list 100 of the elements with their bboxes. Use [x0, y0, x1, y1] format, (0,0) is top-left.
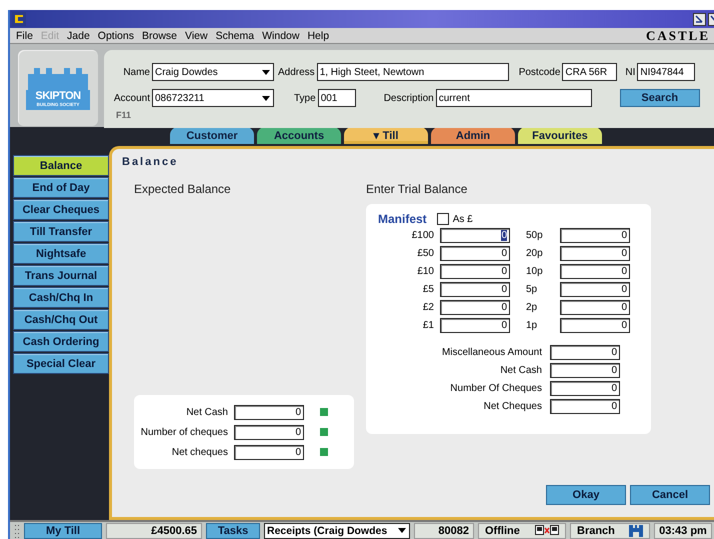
field-label: Number of cheques: [140, 426, 228, 438]
field-label: Net cheques: [170, 446, 228, 458]
sidebar-item[interactable]: Cash Ordering: [13, 331, 109, 352]
sidebar-item[interactable]: Trans Journal: [13, 265, 109, 286]
input-field[interactable]: 0: [560, 318, 630, 333]
sidebar-item[interactable]: Special Clear: [13, 353, 109, 374]
brand-name: CASTLE: [646, 28, 710, 44]
input-field[interactable]: 0: [560, 228, 630, 243]
status-text: Branch: [577, 524, 615, 536]
tab[interactable]: Accounts: [257, 127, 341, 144]
panel-title: Balance: [122, 156, 180, 168]
input-field[interactable]: 0: [234, 404, 304, 420]
dialog-button[interactable]: Cancel: [630, 485, 710, 505]
sidebar-item[interactable]: Balance: [13, 155, 109, 176]
input-field[interactable]: 0: [234, 424, 304, 440]
field-label: 5p: [525, 284, 538, 295]
input-field[interactable]: current: [436, 89, 592, 107]
input-field[interactable]: 0: [440, 300, 510, 315]
menu-item[interactable]: File: [16, 30, 33, 42]
input-field[interactable]: NI947844: [637, 63, 696, 81]
logo-text: SKIPTON: [26, 90, 90, 102]
caret-icon: [262, 96, 270, 100]
dialog-button[interactable]: Okay: [546, 485, 626, 505]
checkbox-label: As £: [452, 214, 473, 224]
input-field[interactable]: 0: [550, 345, 620, 360]
status-text: 80082: [414, 522, 474, 538]
field-label: £5: [422, 284, 434, 295]
input-field[interactable]: 001: [318, 89, 356, 107]
input-field[interactable]: 0: [560, 246, 630, 261]
input-field[interactable]: 0: [560, 282, 630, 297]
field-label: Type: [294, 92, 316, 104]
input-field[interactable]: 0: [550, 363, 620, 378]
field-label: £10: [416, 266, 434, 277]
disconnected-computers-icon: [535, 524, 559, 536]
dropdown-field[interactable]: 086723211: [152, 89, 274, 107]
menu-item[interactable]: Options: [98, 30, 134, 42]
tab[interactable]: Customer: [170, 127, 254, 144]
field-label: 10p: [525, 266, 544, 277]
caret-icon: [398, 528, 406, 533]
section-heading: Enter Trial Balance: [366, 182, 468, 196]
minimize-icon[interactable]: [693, 12, 706, 26]
field-label: £100: [410, 230, 434, 241]
input-field[interactable]: 0: [440, 264, 510, 279]
search-button[interactable]: Search: [620, 89, 700, 107]
status-button[interactable]: Tasks: [206, 522, 260, 538]
status-button[interactable]: My Till: [24, 522, 102, 538]
field-label: 50p: [525, 230, 544, 241]
input-field[interactable]: 0: [550, 381, 620, 396]
status-dropdown[interactable]: Receipts (Craig Dowdes: [264, 522, 410, 538]
input-field[interactable]: 0: [550, 399, 620, 414]
dropdown-field[interactable]: Craig Dowdes: [152, 63, 274, 81]
section-heading: Expected Balance: [134, 182, 232, 196]
field-label: Number Of Cheques: [449, 383, 542, 394]
field-label: Postcode: [518, 66, 560, 78]
grip-icon: [14, 524, 20, 538]
sidebar-item[interactable]: Till Transfer: [13, 221, 109, 242]
field-label: £1: [422, 320, 434, 331]
field-label: Net Cash: [185, 406, 228, 418]
input-field[interactable]: 0: [560, 264, 630, 279]
menu-item[interactable]: Help: [307, 30, 330, 42]
tab[interactable]: Favourites: [518, 127, 602, 144]
input-field[interactable]: 0: [560, 300, 630, 315]
field-label: 20p: [525, 248, 544, 259]
input-field[interactable]: 0: [234, 444, 304, 460]
field-label: 1p: [525, 320, 538, 331]
status-indicator-icon: [320, 408, 328, 416]
input-field[interactable]: 0: [440, 282, 510, 297]
menu-item[interactable]: Schema: [216, 30, 254, 42]
input-field[interactable]: 1, High Steet, Newtown: [316, 63, 509, 81]
tab[interactable]: Admin: [431, 127, 515, 144]
castle-icon: [26, 66, 90, 90]
tab[interactable]: ▾ Till: [344, 127, 428, 144]
shortcut-label: F11: [116, 110, 132, 120]
menu-item[interactable]: Jade: [67, 30, 90, 42]
menu-item[interactable]: Browse: [142, 30, 177, 42]
checkbox[interactable]: [436, 213, 449, 225]
sidebar-item[interactable]: End of Day: [13, 177, 109, 198]
field-label: Description: [384, 92, 434, 104]
status-text: £4500.65: [106, 522, 202, 538]
caret-icon: [262, 70, 270, 74]
sidebar-item[interactable]: Cash/Chq Out: [13, 309, 109, 330]
field-label: NI: [625, 66, 636, 78]
field-label: Miscellaneous Amount: [440, 347, 542, 358]
field-label: Net Cash: [499, 365, 542, 376]
section-title: Manifest: [378, 212, 427, 226]
menu-item[interactable]: View: [185, 30, 208, 42]
castle-icon: [629, 524, 643, 536]
input-field[interactable]: CRA 56R: [562, 63, 618, 81]
sidebar-item[interactable]: Clear Cheques: [13, 199, 109, 220]
input-field[interactable]: 0: [440, 246, 510, 261]
status-text: Offline: [485, 524, 520, 536]
status-indicator-icon: [320, 448, 328, 456]
sidebar-item[interactable]: Cash/Chq In: [13, 287, 109, 308]
menu-item[interactable]: Window: [262, 30, 300, 42]
input-field[interactable]: 0: [440, 228, 510, 243]
sidebar-item[interactable]: Nightsafe: [13, 243, 109, 264]
field-label: Net Cheques: [482, 401, 542, 412]
input-field[interactable]: 0: [440, 318, 510, 333]
close-icon[interactable]: [708, 12, 714, 26]
status-text: 03:43 pm: [654, 522, 712, 538]
